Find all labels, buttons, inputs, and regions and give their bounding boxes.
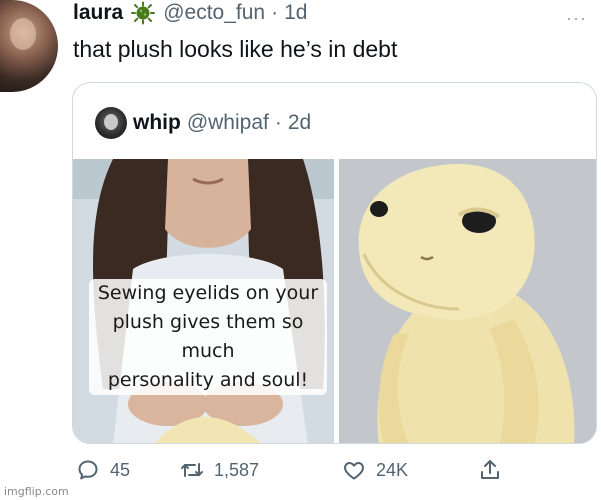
tweet-timestamp[interactable]: 1d xyxy=(284,1,307,25)
share-button[interactable] xyxy=(478,458,502,482)
reply-button[interactable]: 45 xyxy=(76,458,130,482)
retweet-icon xyxy=(181,463,203,477)
reply-count: 45 xyxy=(110,459,131,480)
header-separator: · xyxy=(271,1,279,24)
caption-line: plush gives them so much xyxy=(112,311,304,362)
like-count: 24K xyxy=(376,459,409,480)
plush-illustration xyxy=(339,159,596,443)
quoted-tweet-timestamp[interactable]: 2d xyxy=(288,111,311,135)
quoted-tweet-card[interactable]: whip @whipaf · 2d Sewing eyelids on your… xyxy=(72,82,597,444)
virus-emoji-icon xyxy=(129,1,157,25)
quoted-author-display-name[interactable]: whip xyxy=(133,111,181,135)
retweet-button[interactable]: 1,587 xyxy=(180,458,259,482)
heart-icon xyxy=(344,462,364,480)
quoted-header-separator: · xyxy=(274,111,282,134)
media-image-person-sewing[interactable]: Sewing eyelids on your plush gives them … xyxy=(73,159,334,443)
tweet-actions-bar: 45 1,587 24K xyxy=(76,458,506,486)
author-avatar[interactable] xyxy=(0,0,58,92)
author-display-name[interactable]: laura xyxy=(73,1,123,25)
like-button[interactable]: 24K xyxy=(342,458,408,482)
tweet-header: laura @ecto_fun · 1d xyxy=(73,0,307,26)
share-icon xyxy=(481,460,499,479)
reply-icon xyxy=(78,460,98,480)
caption-line: Sewing eyelids on your xyxy=(97,282,319,304)
caption-line: personality and soul! xyxy=(107,369,309,391)
media-image-plush[interactable] xyxy=(339,159,596,443)
author-handle[interactable]: @ecto_fun xyxy=(163,1,265,25)
retweet-count: 1,587 xyxy=(214,459,260,480)
tweet-text: that plush looks like he’s in debt xyxy=(73,36,398,62)
watermark: imgflip.com xyxy=(4,485,69,498)
more-options-icon[interactable]: ··· xyxy=(566,8,587,29)
image-caption-overlay: Sewing eyelids on your plush gives them … xyxy=(89,279,327,395)
quoted-author-handle[interactable]: @whipaf xyxy=(187,111,269,135)
quoted-tweet-header: whip @whipaf · 2d xyxy=(95,107,311,139)
quoted-author-avatar[interactable] xyxy=(95,107,127,139)
